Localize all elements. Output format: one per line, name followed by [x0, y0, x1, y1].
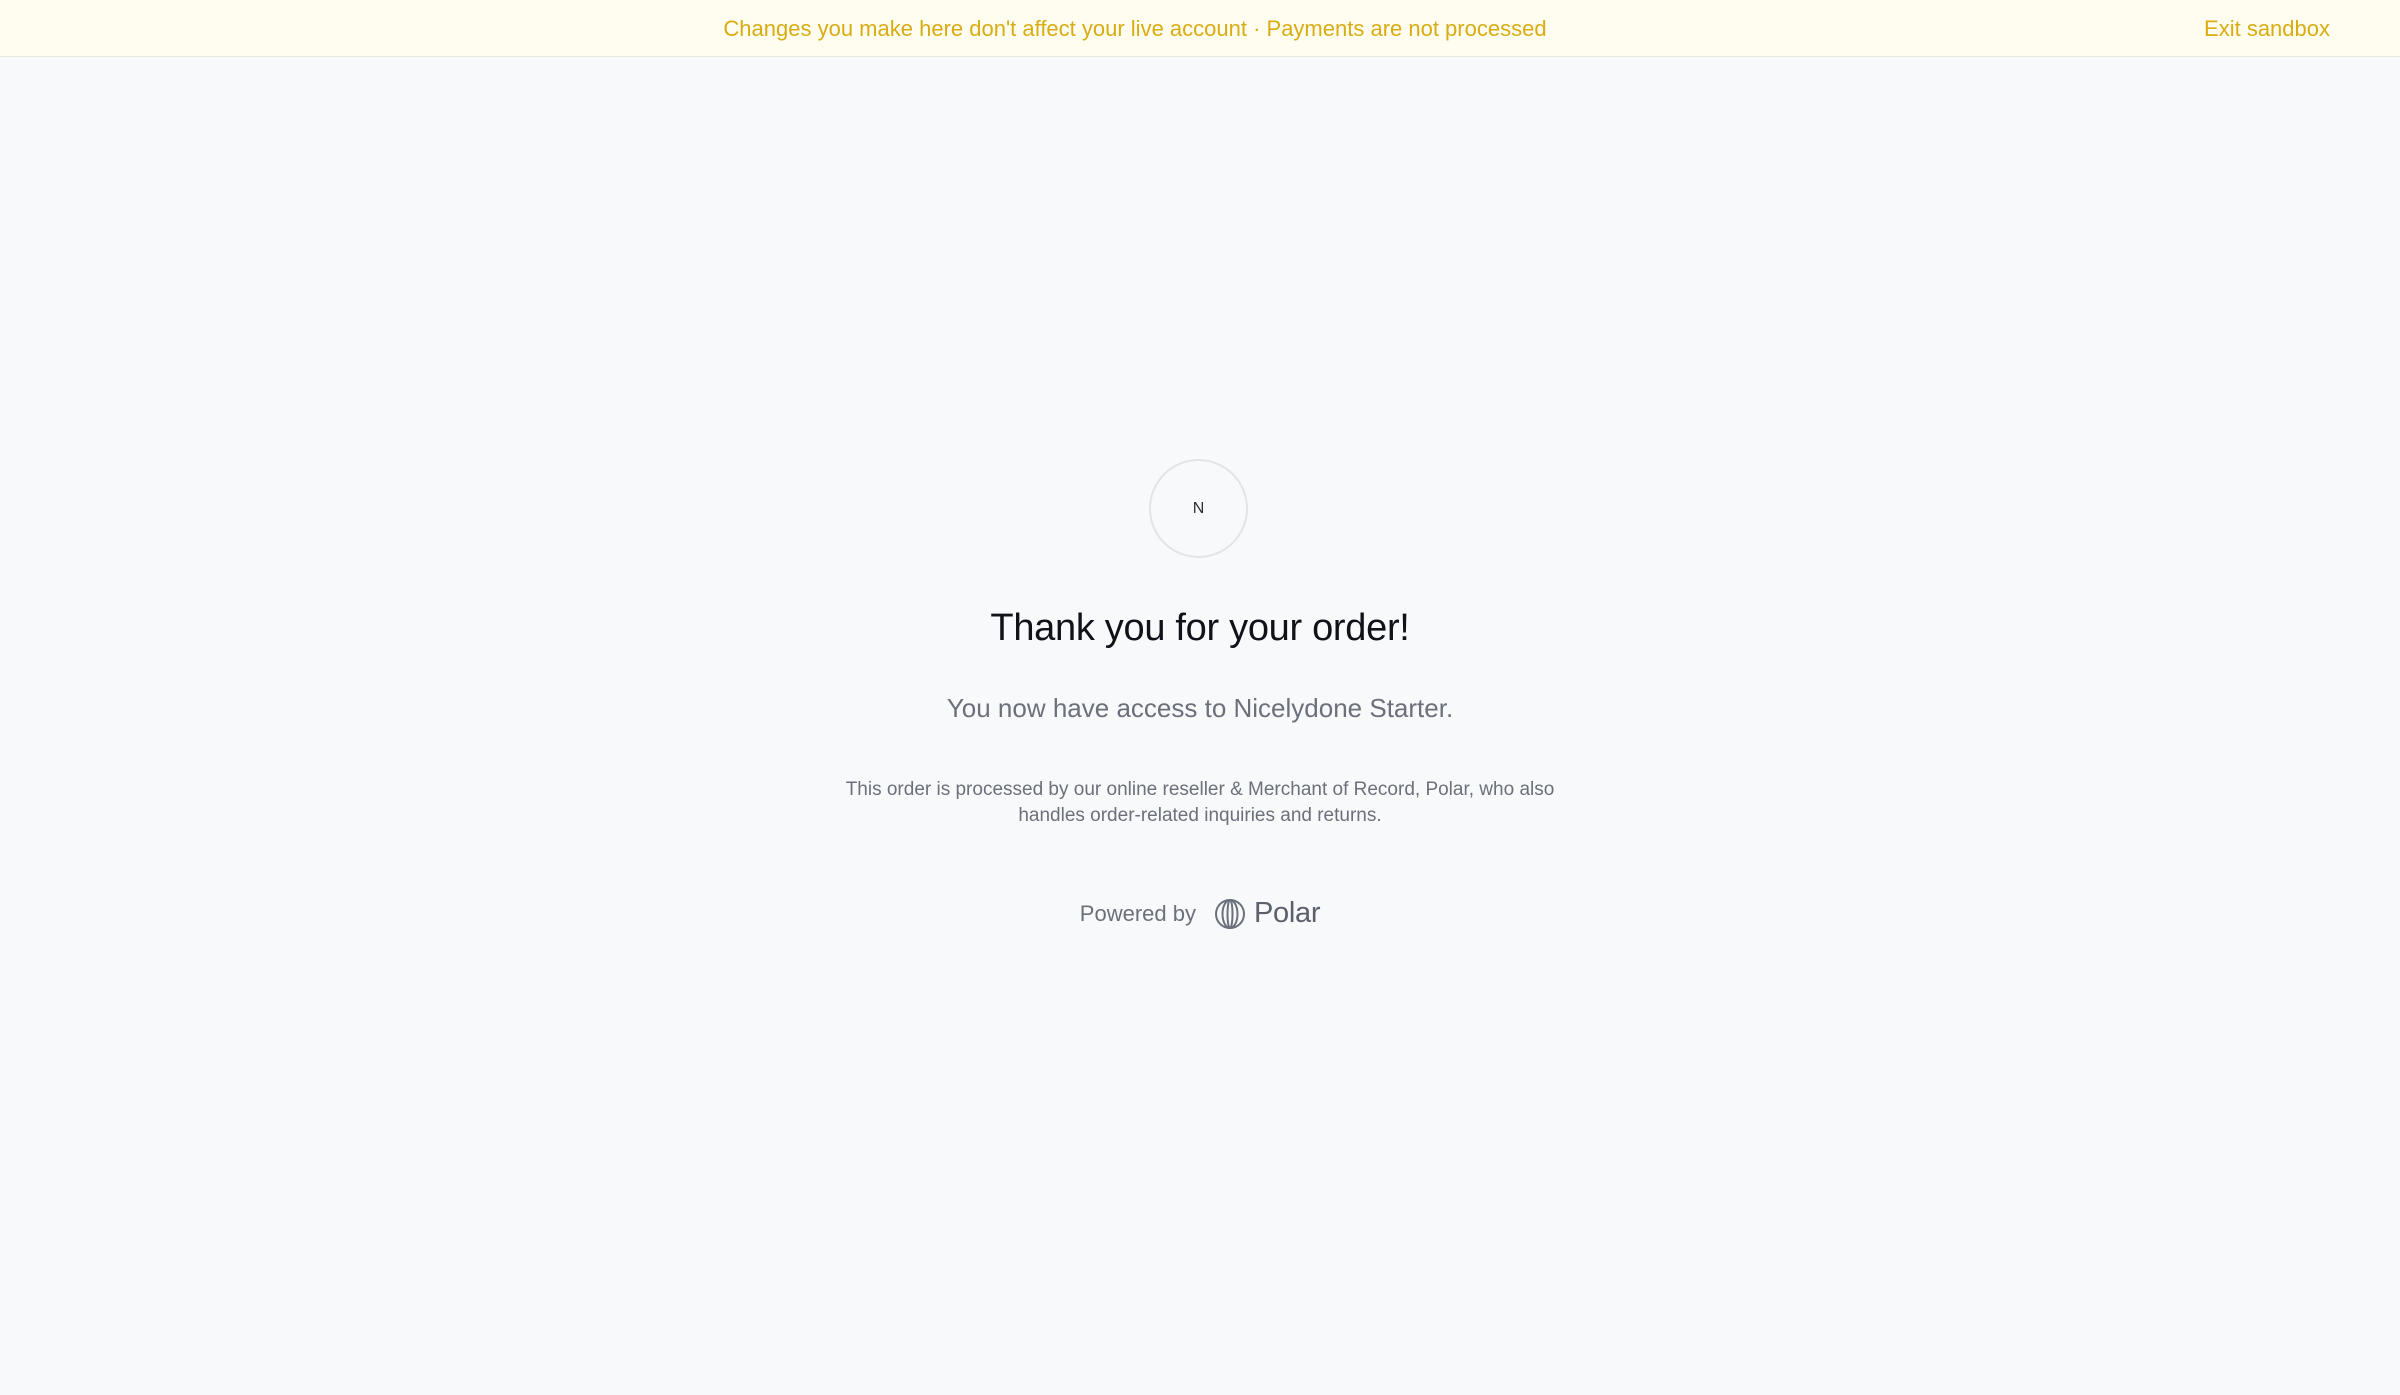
exit-sandbox-link[interactable]: Exit sandbox	[2204, 0, 2330, 57]
powered-by-label: Powered by	[1079, 900, 1196, 926]
polar-brand-link[interactable]: Polar	[1214, 897, 1320, 930]
powered-by: Powered by Polar	[0, 897, 2400, 930]
order-confirmation: N Thank you for your order! You now have…	[0, 57, 2400, 1395]
merchant-of-record-note: This order is processed by our online re…	[845, 779, 1555, 826]
sandbox-banner: Changes you make here don't affect your …	[0, 0, 2400, 57]
polar-logo-icon	[1214, 898, 1246, 930]
page-title: Thank you for your order!	[990, 607, 1410, 649]
polar-brand-name: Polar	[1253, 897, 1321, 929]
access-message: You now have access to Nicelydone Starte…	[946, 693, 1454, 723]
sandbox-message: Changes you make here don't affect your …	[723, 16, 1547, 41]
merchant-avatar: N	[1149, 459, 1248, 558]
